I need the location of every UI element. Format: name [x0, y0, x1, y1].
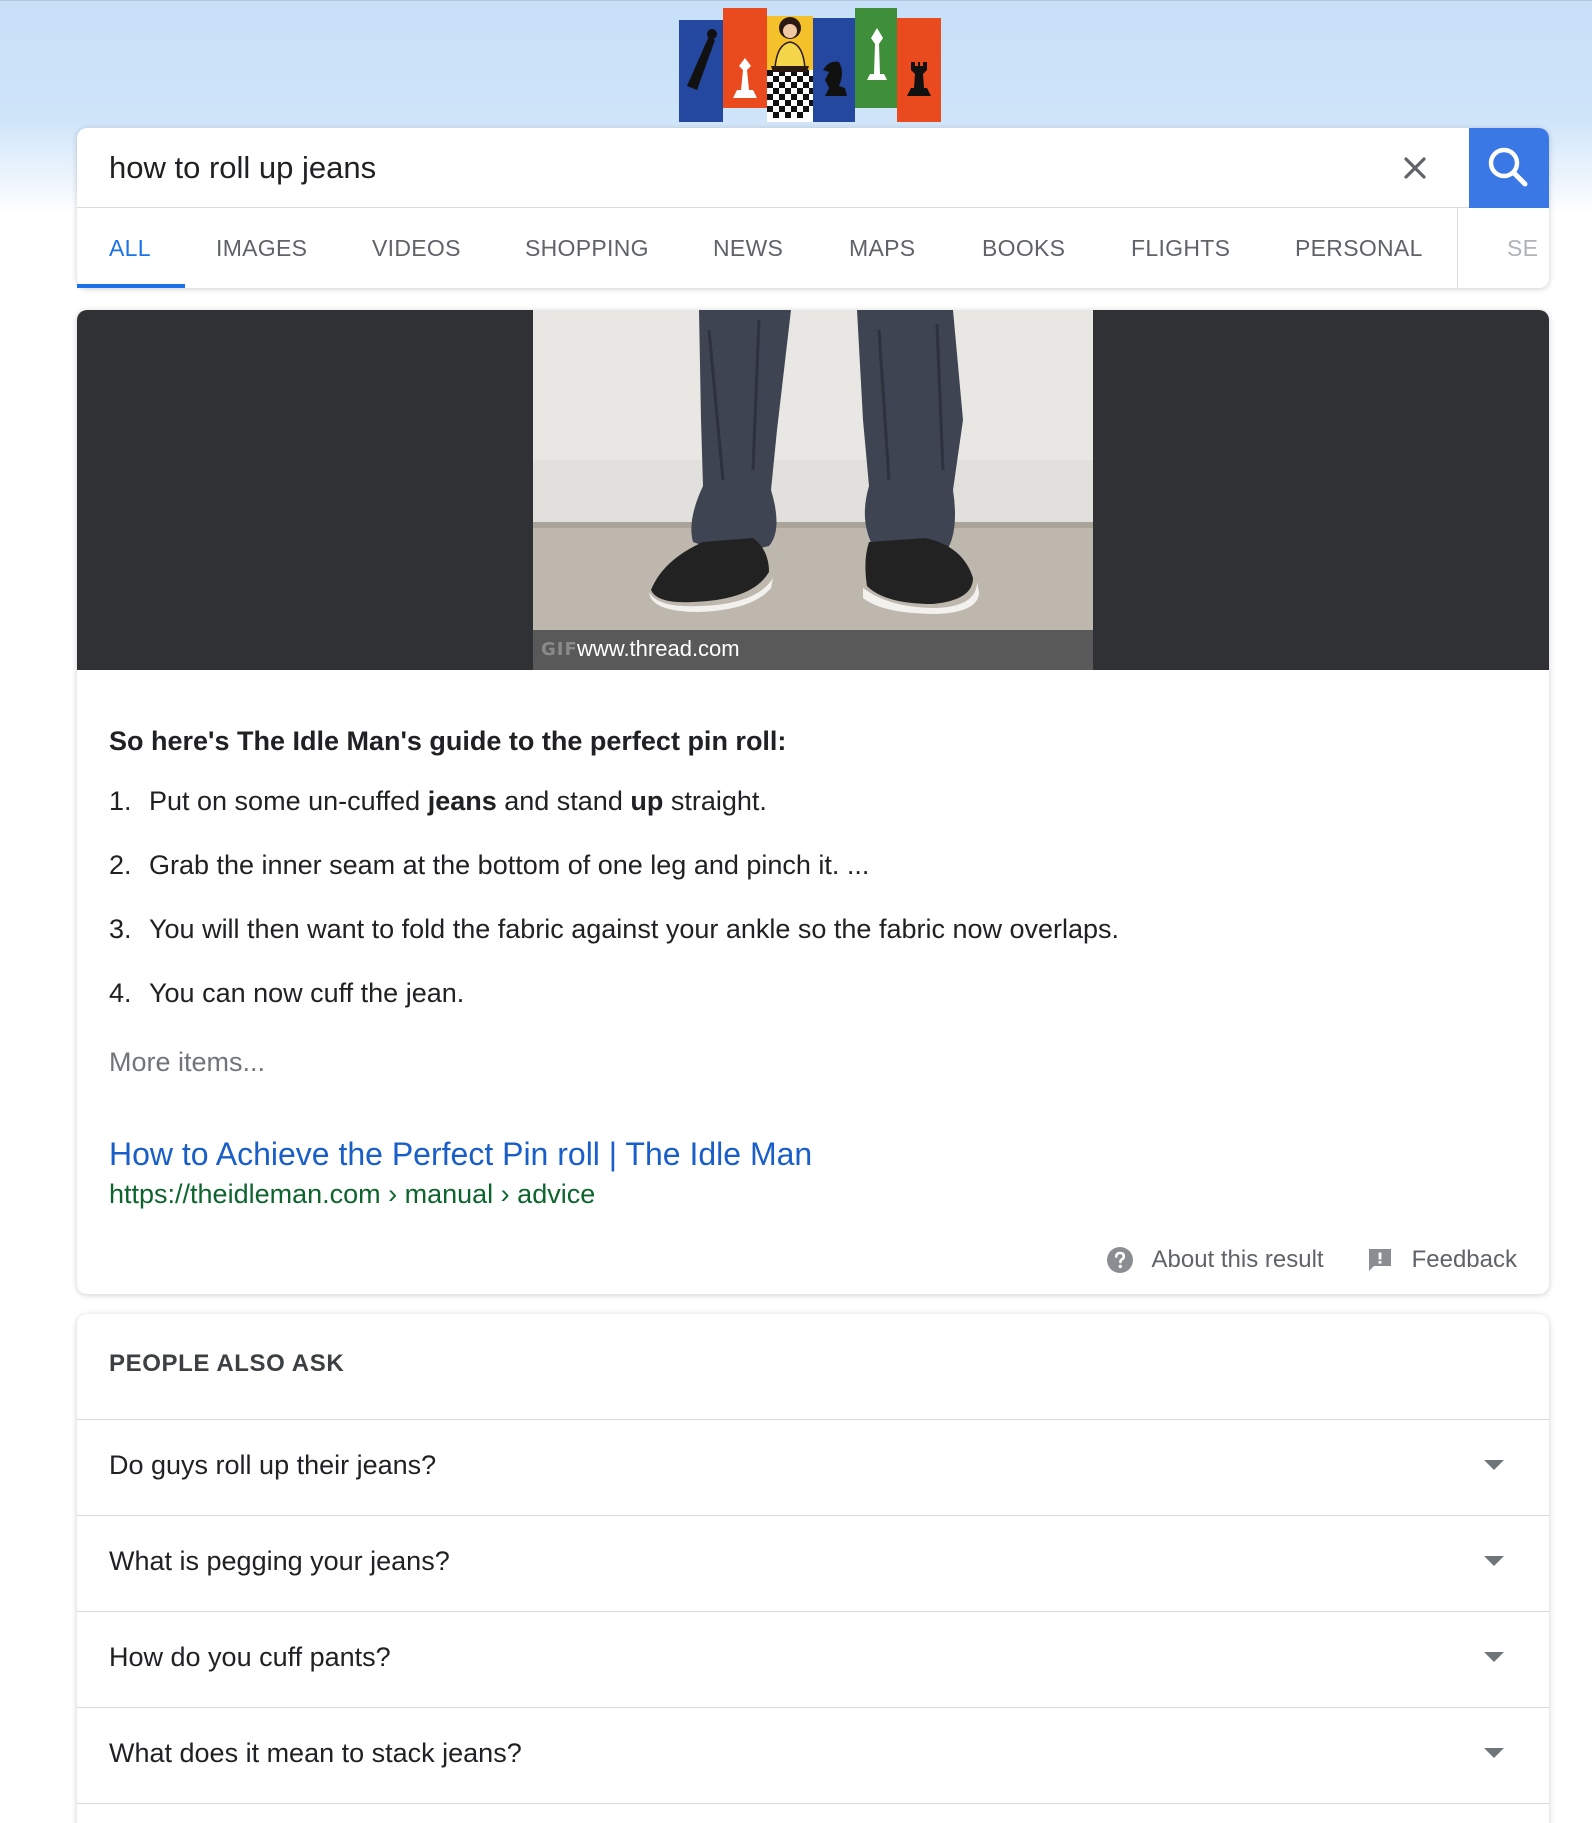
paa-question-row[interactable]: What is pegging your jeans? [77, 1515, 1549, 1611]
snippet-steps-list: 1. Put on some un-cuffed jeans and stand … [109, 786, 1119, 1042]
paa-question-text: What is pegging your jeans? [109, 1546, 450, 1576]
list-item: 1. Put on some un-cuffed jeans and stand … [109, 786, 1119, 850]
feedback-icon [1368, 1249, 1391, 1271]
featured-snippet-card: GIF www.thread.com So here's The Idle Ma… [77, 310, 1549, 1294]
active-tab-indicator [77, 284, 185, 288]
chevron-down-icon [1484, 1652, 1504, 1662]
step-number: 2. [109, 850, 132, 880]
tab-images[interactable]: IMAGES [216, 208, 307, 288]
search-row [77, 128, 1549, 208]
step-number: 3. [109, 914, 132, 944]
result-url[interactable]: https://theidleman.com › manual › advice [109, 1179, 595, 1210]
list-item: 4. You can now cuff the jean. [109, 978, 1119, 1042]
step-highlight: jeans [427, 786, 497, 816]
search-box-card: ALL IMAGES VIDEOS SHOPPING NEWS MAPS BOO… [77, 128, 1549, 288]
step-text: Grab the inner seam at the bottom of one… [149, 850, 870, 880]
step-text: You can now cuff the jean. [149, 978, 465, 1008]
chevron-down-icon [1484, 1748, 1504, 1758]
step-highlight: up [630, 786, 664, 816]
list-item: 2. Grab the inner seam at the bottom of o… [109, 850, 1119, 914]
tab-videos[interactable]: VIDEOS [372, 208, 461, 288]
image-source[interactable]: www.thread.com [577, 636, 740, 662]
paa-question-row[interactable]: Do guys roll up their jeans? [77, 1419, 1549, 1515]
gif-badge: GIF [541, 639, 578, 660]
media-band: GIF www.thread.com [77, 310, 1549, 670]
step-text: straight. [663, 786, 767, 816]
tab-personal[interactable]: PERSONAL [1295, 208, 1423, 288]
list-item: 3. You will then want to fold the fabric … [109, 914, 1119, 978]
tab-search-tools[interactable]: SE [1507, 208, 1538, 288]
feedback-label: Feedback [1411, 1246, 1517, 1273]
tab-news[interactable]: NEWS [713, 208, 783, 288]
chevron-down-icon [1484, 1460, 1504, 1470]
result-title-link[interactable]: How to Achieve the Perfect Pin roll | Th… [109, 1136, 812, 1173]
search-tabs: ALL IMAGES VIDEOS SHOPPING NEWS MAPS BOO… [77, 208, 1457, 288]
jeans-photo-illustration [533, 310, 1093, 670]
google-doodle-logo[interactable] [679, 8, 952, 122]
tab-all[interactable]: ALL [109, 208, 151, 288]
step-text: Put on some un-cuffed [149, 786, 428, 816]
tab-flights[interactable]: FLIGHTS [1131, 208, 1230, 288]
search-button[interactable] [1469, 128, 1549, 208]
about-this-result-button[interactable]: About this result [1106, 1246, 1324, 1274]
paa-question-text: How do you cuff pants? [109, 1642, 391, 1672]
step-text: and stand [496, 786, 631, 816]
people-also-ask-heading: PEOPLE ALSO ASK [109, 1350, 345, 1377]
paa-question-text: What does it mean to stack jeans? [109, 1738, 522, 1768]
step-number: 4. [109, 978, 132, 1008]
help-circle-icon [1106, 1247, 1133, 1273]
search-input[interactable] [109, 146, 1379, 190]
snippet-heading: So here's The Idle Man's guide to the pe… [109, 726, 787, 756]
tab-books[interactable]: BOOKS [982, 208, 1065, 288]
chevron-down-icon [1484, 1556, 1504, 1566]
about-this-result-label: About this result [1151, 1246, 1324, 1273]
tab-overflow: SE [1458, 208, 1549, 288]
feedback-button[interactable]: Feedback [1366, 1246, 1517, 1274]
paa-question-row[interactable]: What does it mean to stack jeans? [77, 1707, 1549, 1803]
snippet-gif-image[interactable]: GIF www.thread.com [533, 310, 1093, 670]
people-also-ask-card: PEOPLE ALSO ASK Do guys roll up their je… [77, 1314, 1549, 1823]
search-icon [1488, 147, 1528, 187]
snippet-footer-actions: About this result Feedback [1106, 1242, 1517, 1278]
image-caption-bar: GIF www.thread.com [533, 630, 1093, 670]
paa-question-row[interactable] [77, 1803, 1549, 1823]
paa-question-row[interactable]: How do you cuff pants? [77, 1611, 1549, 1707]
tab-maps[interactable]: MAPS [849, 208, 915, 288]
paa-question-text: Do guys roll up their jeans? [109, 1450, 437, 1480]
tab-shopping[interactable]: SHOPPING [525, 208, 649, 288]
step-text: You will then want to fold the fabric ag… [149, 914, 1120, 944]
more-items-link[interactable]: More items... [109, 1047, 265, 1078]
step-number: 1. [109, 786, 132, 816]
close-icon[interactable] [1395, 148, 1435, 188]
